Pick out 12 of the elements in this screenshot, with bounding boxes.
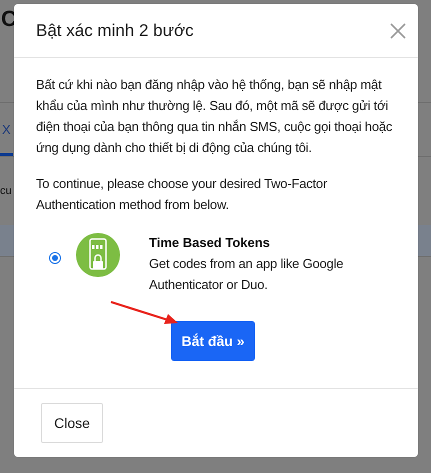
close-icon[interactable] — [390, 22, 406, 38]
method-description: Get codes from an app like Google Authenticator or Duo. — [149, 255, 344, 294]
phone-lock-icon — [76, 233, 120, 277]
background-text: cu — [0, 184, 12, 199]
intro-text: Bất cứ khi nào bạn đăng nhập vào hệ thống, bạn sẽ nhập mật khẩu của mình như thường lệ. Sau đó, một mã sẽ được gửi tới điện thoại của bạn thông qua tin nhắn SMS, cuộc gọi thoại hoặc ứng dụng dành cho thiết bị di động của chúng tôi. — [36, 76, 394, 157]
start-button[interactable]: Bắt đầu » — [171, 321, 255, 361]
arrow-annotation — [110, 301, 180, 327]
close-button[interactable]: Close — [41, 403, 103, 443]
dialog-title: Bật xác minh 2 bước — [36, 20, 194, 42]
instruction-text: To continue, please choose your desired Two-Factor Authentication method from below. — [36, 175, 328, 214]
radio-button[interactable] — [49, 252, 61, 264]
method-title: Time Based Tokens — [149, 234, 271, 252]
